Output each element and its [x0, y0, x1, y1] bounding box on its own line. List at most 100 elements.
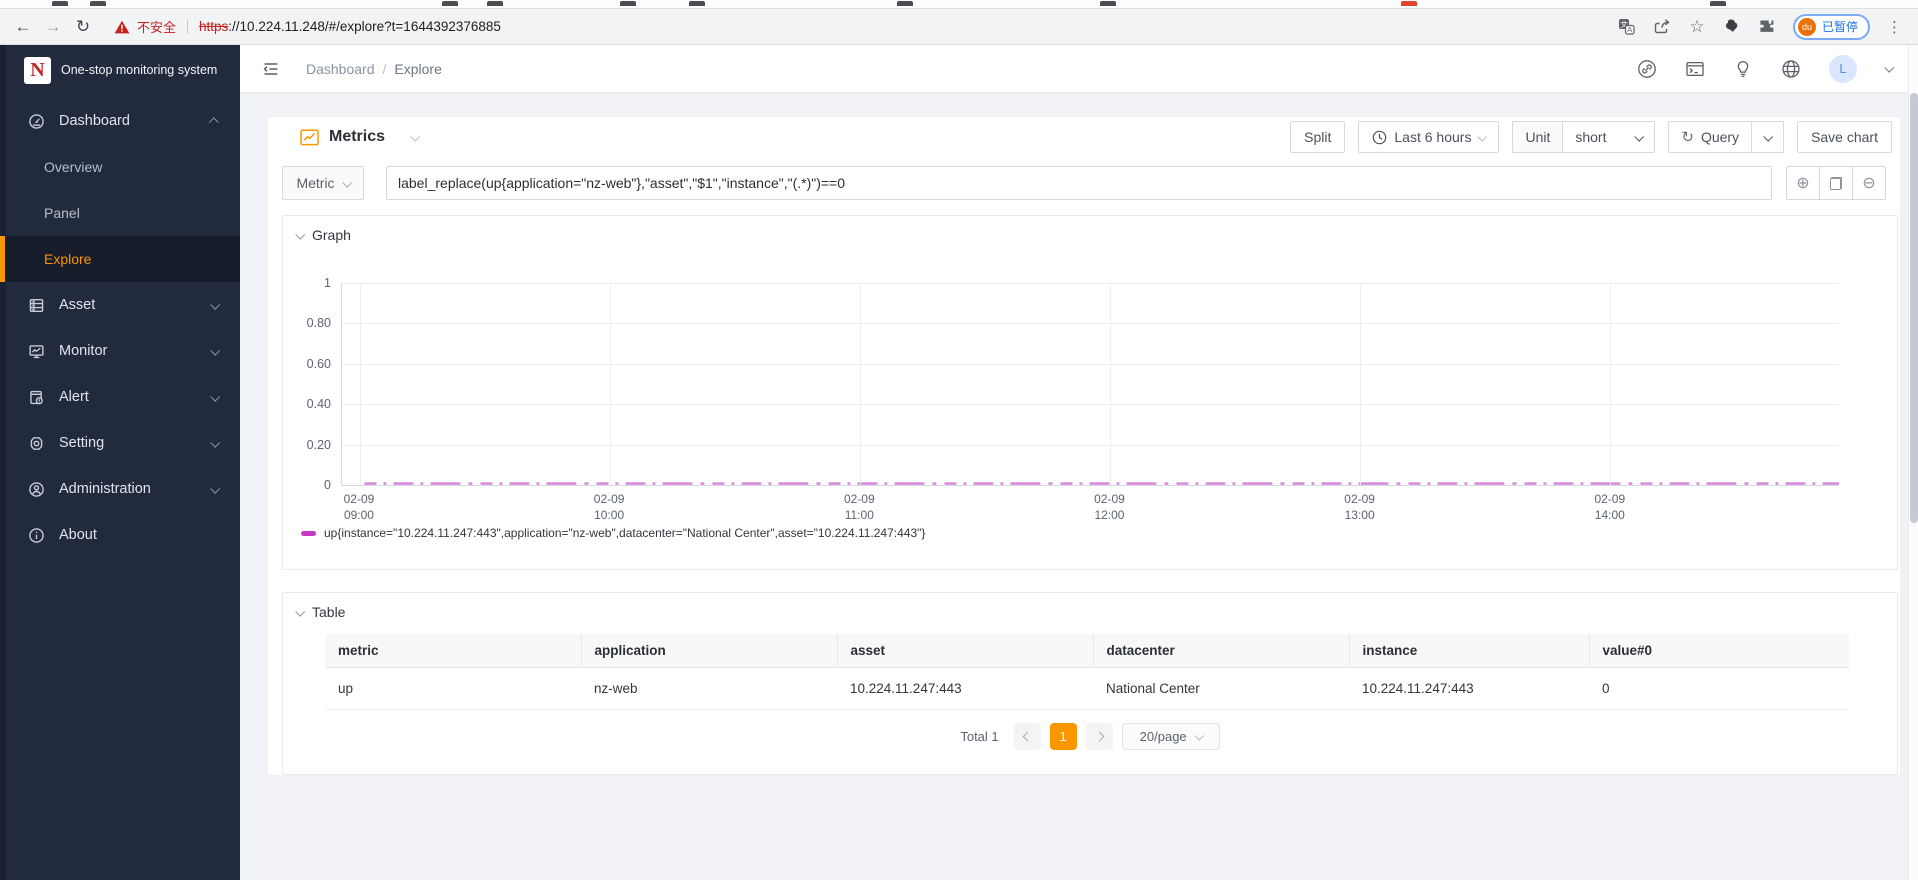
x-axis-labels: 02-09 09:00 02-09 10:00 02-09 11:00 02-09 12:00… — [341, 492, 1839, 524]
metrics-icon — [300, 128, 319, 146]
sidebar-item-alert[interactable]: Alert — [0, 374, 240, 420]
globe-icon[interactable] — [1781, 59, 1801, 79]
breadcrumb-dashboard[interactable]: Dashboard — [306, 61, 375, 77]
time-range-select[interactable]: Last 6 hours — [1358, 121, 1500, 153]
page-size-value: 20/page — [1139, 729, 1187, 744]
scrollbar-thumb[interactable] — [1910, 93, 1918, 523]
evernote-extension-icon[interactable] — [1723, 18, 1741, 36]
save-chart-button[interactable]: Save chart — [1797, 121, 1892, 153]
x-axis-tick: 02-09 14:00 — [1594, 492, 1626, 522]
logo-n-icon: N — [24, 56, 51, 84]
address-bar[interactable]: 不安全 https://10.224.11.248/#/explore?t=16… — [114, 17, 501, 36]
browser-back-button[interactable]: ← — [8, 17, 38, 37]
user-avatar[interactable]: L — [1829, 54, 1857, 83]
menu-fold-icon[interactable] — [262, 60, 280, 78]
pagination-prev-button[interactable] — [1013, 723, 1041, 750]
breadcrumb-separator: / — [382, 60, 387, 77]
column-header-metric[interactable]: metric — [325, 634, 582, 668]
browser-tab-strip[interactable] — [0, 0, 1918, 9]
x-axis-tick: 02-09 11:00 — [843, 492, 875, 522]
refresh-icon: ↻ — [1681, 129, 1694, 146]
h-gridline — [342, 485, 1839, 486]
chevron-down-icon — [1634, 131, 1645, 142]
url-text[interactable]: https://10.224.11.248/#/explore?t=164439… — [199, 19, 501, 34]
table-panel: Table metric application asset datacente… — [282, 592, 1898, 775]
unit-select[interactable]: short — [1562, 122, 1655, 152]
chevron-down-icon[interactable] — [1884, 62, 1895, 73]
pagination-next-button[interactable] — [1085, 723, 1113, 750]
split-button[interactable]: Split — [1290, 121, 1346, 153]
extensions-puzzle-icon[interactable] — [1758, 18, 1776, 36]
link-icon[interactable] — [1637, 59, 1657, 79]
header-actions: L — [1637, 54, 1895, 83]
query-dropdown-button[interactable] — [1751, 122, 1784, 152]
column-header-datacenter[interactable]: datacenter — [1093, 634, 1350, 668]
h-gridline — [342, 323, 1839, 325]
sidebar-item-setting[interactable]: Setting — [0, 420, 240, 466]
terminal-icon[interactable] — [1685, 59, 1705, 79]
v-gridline — [1609, 283, 1611, 485]
url-rest: ://10.224.11.248/#/explore?t=16443923768… — [228, 19, 501, 34]
share-icon[interactable] — [1653, 18, 1671, 36]
cell-asset: 10.224.11.247:443 — [837, 667, 1093, 710]
chevron-left-icon — [1022, 731, 1033, 742]
sidebar-item-label: Dashboard — [59, 113, 130, 129]
page-scrollbar[interactable] — [1908, 45, 1918, 880]
tab-favicon-mark — [1100, 1, 1116, 6]
table-panel-title: Table — [312, 604, 346, 620]
pagination-page-1[interactable]: 1 — [1049, 723, 1077, 750]
y-axis-tick: 0.40 — [306, 397, 331, 412]
sidebar-item-panel[interactable]: Panel — [0, 190, 240, 236]
table-panel-header[interactable]: Table — [283, 593, 1897, 620]
column-header-asset[interactable]: asset — [837, 634, 1094, 668]
remove-query-button[interactable]: ⊖ — [1852, 166, 1886, 200]
y-axis-tick: 0.20 — [306, 437, 331, 452]
not-secure-label[interactable]: 不安全 — [137, 17, 176, 36]
translate-icon[interactable]: 文A — [1618, 18, 1636, 36]
browser-reload-button[interactable]: ↻ — [68, 17, 98, 37]
sidebar-item-administration[interactable]: Administration — [0, 466, 240, 512]
sidebar-item-dashboard[interactable]: Dashboard — [0, 98, 240, 144]
column-header-application[interactable]: application — [581, 634, 838, 668]
explore-content: Metrics Split Last 6 hours Unit short ↻ … — [268, 117, 1900, 775]
metric-type-select[interactable]: Metric — [282, 166, 364, 200]
pagination: Total 1 1 20/page — [283, 723, 1897, 750]
page-size-select[interactable]: 20/page — [1121, 723, 1220, 750]
monitor-icon — [28, 343, 45, 360]
sidebar-item-explore[interactable]: Explore — [0, 236, 240, 282]
x-axis-tick: 02-09 09:00 — [343, 492, 375, 522]
app-logo[interactable]: N One-stop monitoring system — [0, 45, 240, 95]
y-axis-tick: 0.80 — [306, 316, 331, 331]
browser-forward-button[interactable]: → — [38, 17, 68, 37]
column-header-value0[interactable]: value#0 — [1589, 634, 1849, 668]
sidebar-menu: Dashboard Overview Panel Explore Asset M… — [0, 98, 240, 558]
sidebar-item-monitor[interactable]: Monitor — [0, 328, 240, 374]
query-button[interactable]: ↻ Query — [1669, 122, 1752, 152]
column-header-instance[interactable]: instance — [1349, 634, 1590, 668]
sidebar-item-label: Alert — [59, 389, 89, 405]
time-range-value: Last 6 hours — [1394, 129, 1472, 145]
browser-menu-icon[interactable]: ⋮ — [1887, 18, 1902, 36]
bookmark-star-icon[interactable]: ☆ — [1688, 17, 1706, 36]
tab-favicon-mark — [487, 1, 503, 6]
graph-panel-header[interactable]: Graph — [283, 216, 1897, 243]
table-row[interactable]: up nz-web 10.224.11.247:443 National Cen… — [325, 667, 1849, 710]
add-query-button[interactable]: ⊕ — [1786, 166, 1820, 200]
chart-legend[interactable]: up{instance="10.224.11.247:443",applicat… — [301, 526, 925, 540]
sidebar-item-asset[interactable]: Asset — [0, 282, 240, 328]
copy-query-button[interactable] — [1819, 166, 1853, 200]
chevron-up-icon — [208, 116, 219, 127]
sidebar-item-about[interactable]: About — [0, 512, 240, 558]
clock-icon — [1373, 130, 1387, 144]
sidebar-item-overview[interactable]: Overview — [0, 144, 240, 190]
chevron-right-icon — [1094, 731, 1105, 742]
y-axis-labels: 1 0.80 0.60 0.40 0.20 0 — [283, 276, 331, 492]
browser-toolbar: ← → ↻ 不安全 https://10.224.11.248/#/explor… — [0, 9, 1918, 45]
chevron-down-icon[interactable] — [410, 131, 421, 142]
browser-profile-pill[interactable]: du 已暂停 — [1792, 13, 1870, 40]
bulb-icon[interactable] — [1733, 59, 1753, 79]
tab-favicon-mark — [442, 1, 458, 6]
chart-plot-area[interactable] — [341, 283, 1839, 486]
query-group: ↻ Query — [1668, 121, 1785, 153]
query-expression-input[interactable] — [386, 166, 1772, 200]
